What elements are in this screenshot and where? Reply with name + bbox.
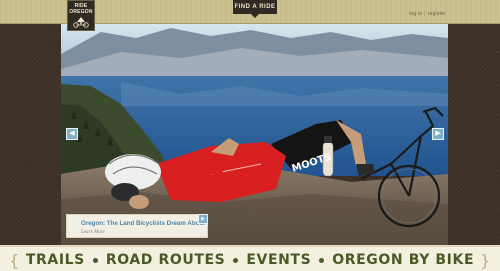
previous-slide-button[interactable]: ◀ — [66, 128, 78, 140]
ride-oregon-logo[interactable]: RIDE OREGON — [67, 0, 95, 31]
arrow-right-icon: ▶ — [435, 130, 441, 137]
right-background-panel — [448, 0, 500, 245]
caption-arrow-icon[interactable]: ▶ — [198, 214, 208, 224]
nav-item-trails[interactable]: TRAILS — [26, 252, 85, 268]
next-slide-button[interactable]: ▶ — [432, 128, 444, 140]
link-separator: | — [424, 11, 426, 17]
main-nav: { TRAILS ROAD ROUTES EVENTS OREGON BY BI… — [0, 247, 500, 271]
account-links: log in | register — [409, 11, 446, 17]
main-navigation-bar: { TRAILS ROAD ROUTES EVENTS OREGON BY BI… — [0, 245, 500, 271]
nav-item-road-routes[interactable]: ROAD ROUTES — [106, 252, 225, 268]
arrow-left-icon: ◀ — [69, 130, 75, 137]
register-link[interactable]: register — [428, 11, 446, 17]
hero-slideshow-image: MOOTS — [61, 24, 448, 245]
slide-caption[interactable]: Oregon: The Land Bicyclists Dream About … — [66, 214, 208, 238]
nav-separator-dot — [92, 257, 98, 263]
logo-text-line2: OREGON — [69, 9, 93, 15]
find-a-ride-button[interactable]: FIND A RIDE — [233, 0, 277, 18]
learn-more-link[interactable]: Learn More — [81, 230, 105, 235]
nav-bracket-right-icon: } — [480, 250, 491, 270]
nav-bracket-left-icon: { — [9, 250, 20, 270]
nav-item-oregon-by-bike[interactable]: OREGON BY BIKE — [332, 252, 474, 268]
login-link[interactable]: log in — [409, 11, 422, 17]
bicycle-tree-icon — [73, 17, 89, 28]
left-background-panel — [0, 0, 61, 245]
nav-separator-dot — [319, 257, 325, 263]
nav-separator-dot — [233, 257, 239, 263]
caption-title: Oregon: The Land Bicyclists Dream About — [81, 220, 206, 227]
nav-item-events[interactable]: EVENTS — [246, 252, 311, 268]
